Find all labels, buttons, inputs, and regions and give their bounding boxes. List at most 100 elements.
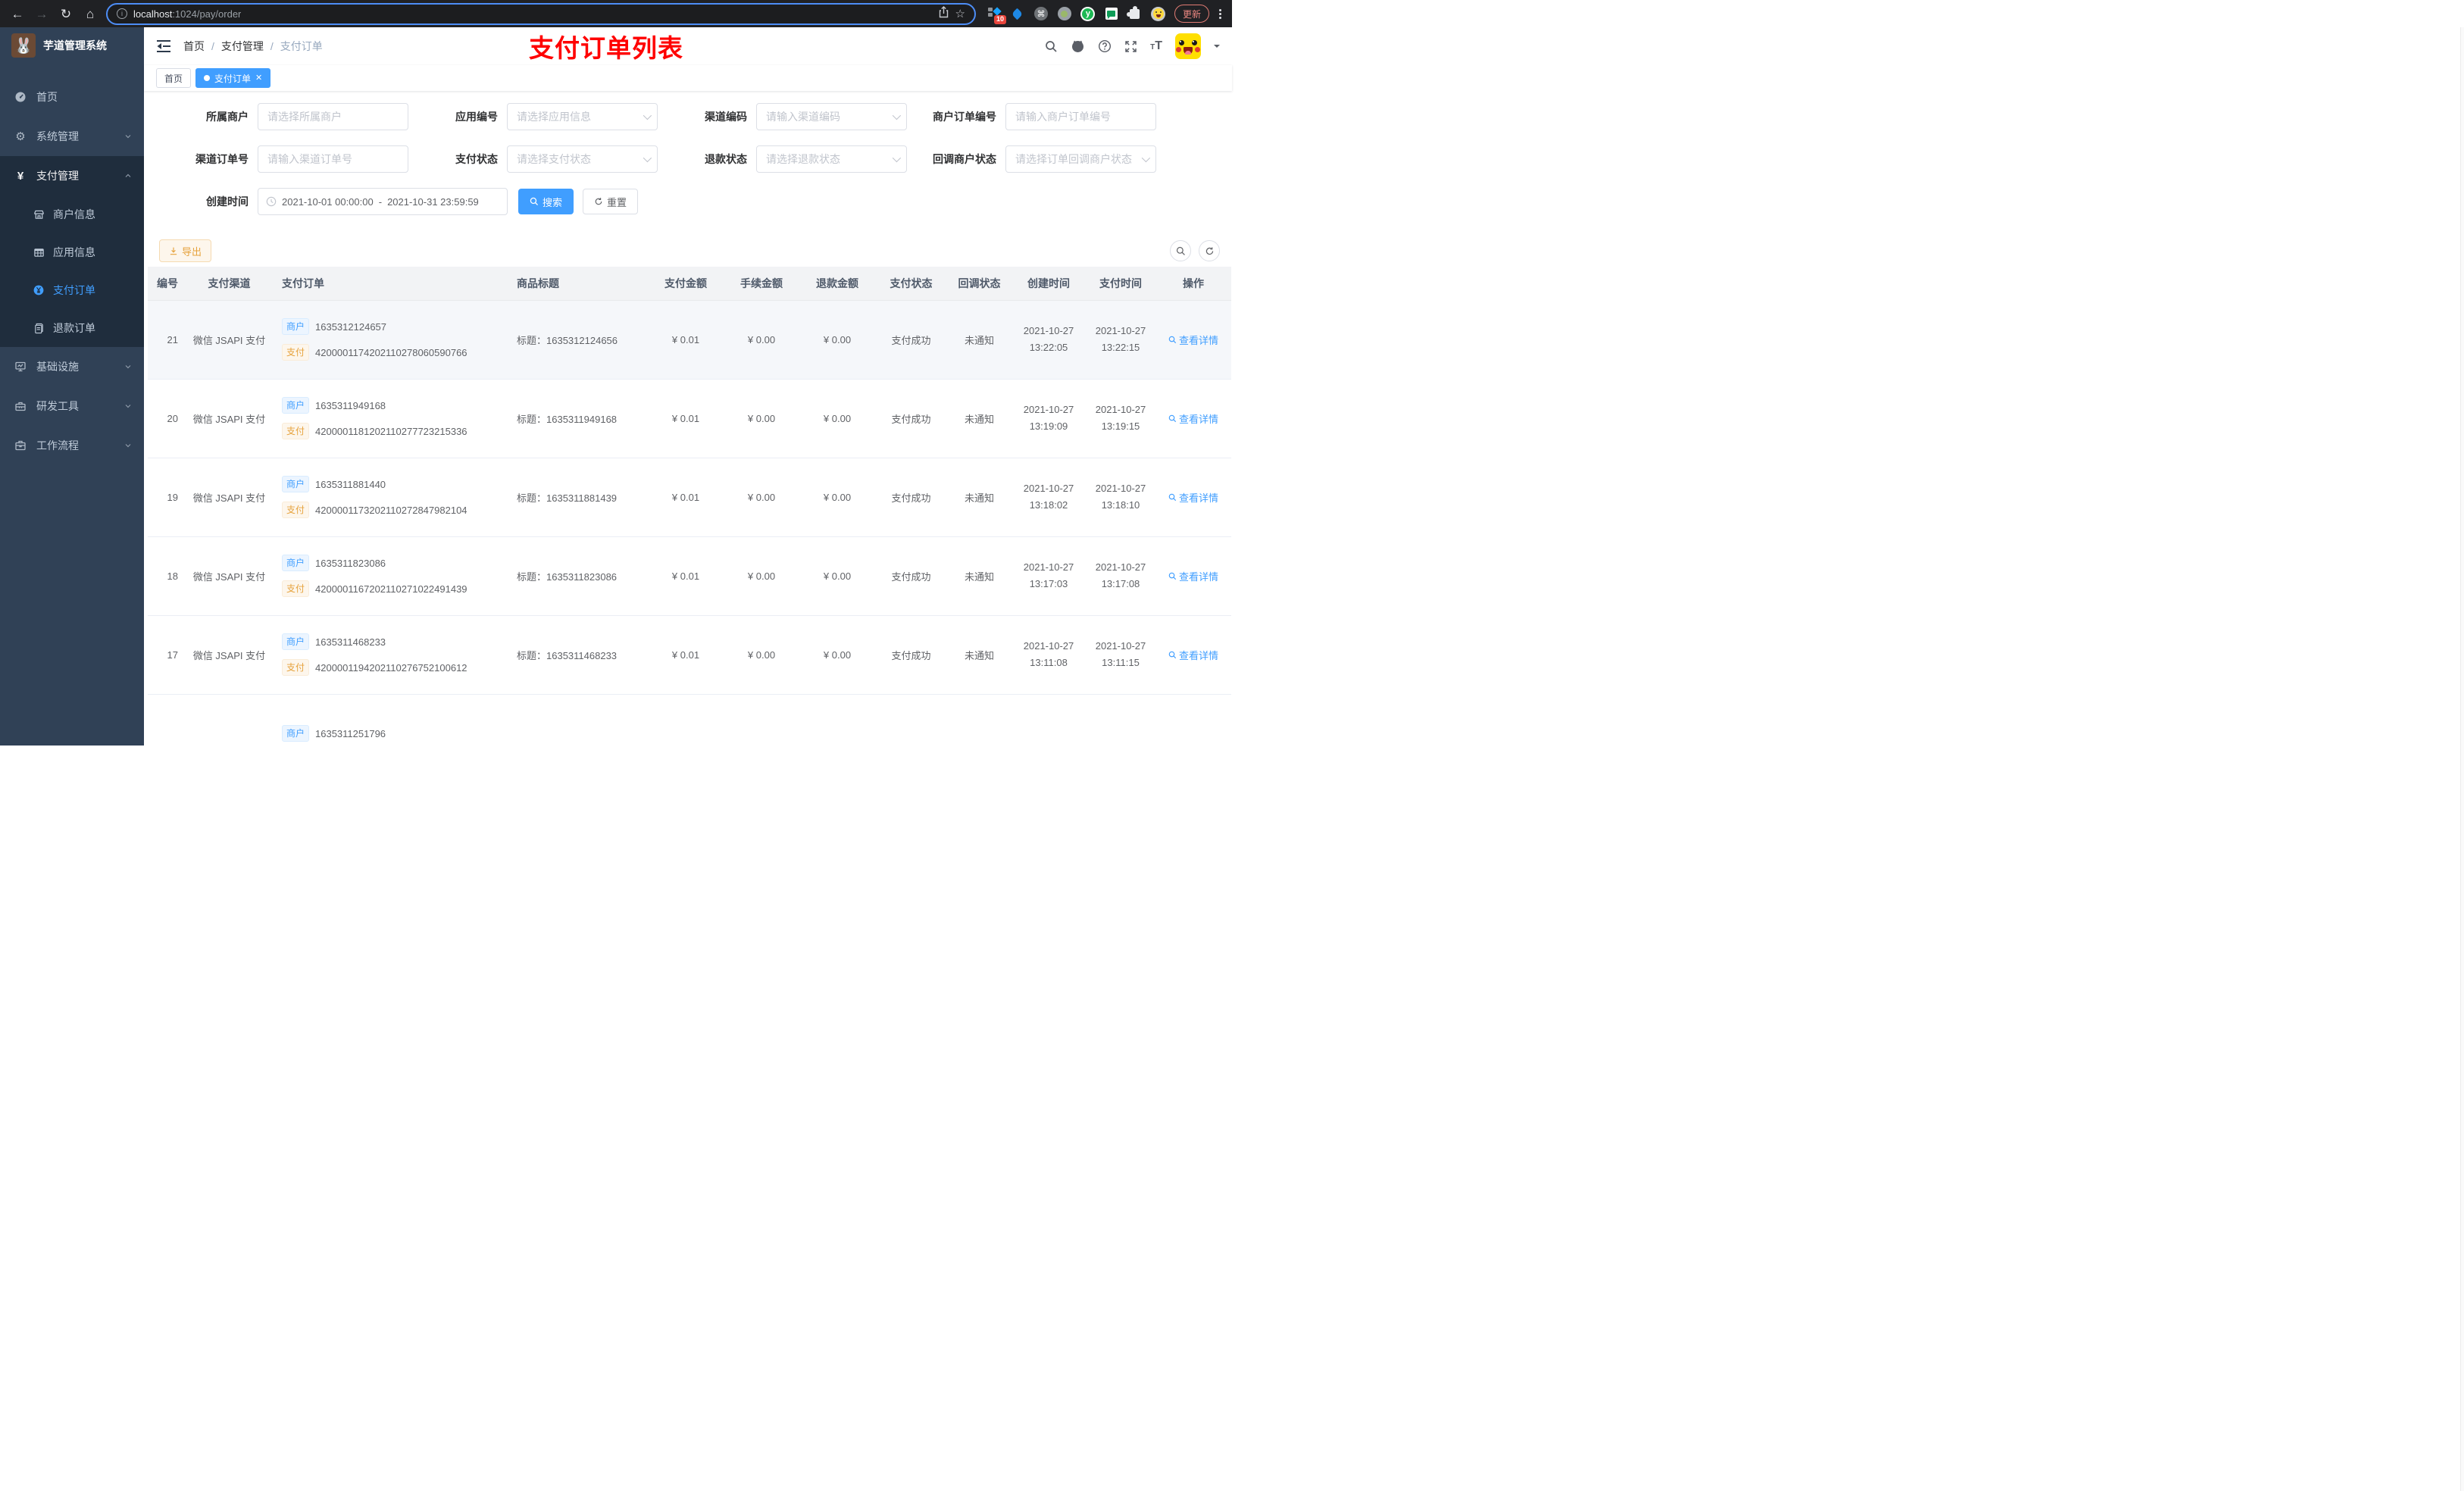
refund-status-select[interactable] (756, 145, 907, 173)
extensions-row: 10 ⌘ y 更新 (983, 5, 1223, 24)
back-icon[interactable]: ← (9, 8, 26, 20)
bookmark-star-icon[interactable]: ☆ (955, 7, 965, 20)
app-title: 芋道管理系统 (43, 39, 107, 52)
breadcrumb-pay-order: 支付订单 (280, 40, 323, 52)
yen-circle-icon (32, 284, 45, 296)
refresh-button[interactable] (1199, 240, 1220, 261)
view-detail-link[interactable]: 查看详情 (1168, 648, 1218, 662)
pay-tag: 支付 (282, 580, 310, 597)
command-extension-icon[interactable]: ⌘ (1033, 6, 1049, 21)
avatar-caret-icon[interactable] (1214, 45, 1220, 51)
channel-order-no-input[interactable] (258, 145, 408, 173)
collapse-sidebar-icon[interactable] (156, 39, 171, 53)
pay-tag: 支付 (282, 423, 310, 439)
fullscreen-icon[interactable] (1124, 40, 1137, 53)
table-row: 19 微信 JSAPI 支付 商户 1635311881440 支付 4200001… (148, 458, 1231, 537)
emoji-extension-icon[interactable] (1151, 6, 1166, 21)
create-time-range-input[interactable]: 2021-10-01 00:00:00 - 2021-10-31 23:59:5… (258, 188, 508, 215)
help-icon[interactable] (1098, 39, 1112, 53)
fontsize-icon[interactable]: TT (1150, 40, 1162, 52)
puzzle-extensions-icon[interactable] (1127, 5, 1143, 21)
browser-update-button[interactable]: 更新 (1174, 5, 1209, 23)
github-icon[interactable] (1071, 39, 1085, 53)
topbar: 首页 / 支付管理 / 支付订单 支付订单列表 TT (144, 27, 1232, 65)
view-detail-link[interactable]: 查看详情 (1168, 569, 1218, 583)
grid-icon (32, 247, 45, 258)
breadcrumb-home[interactable]: 首页 (183, 39, 205, 54)
search-button[interactable]: 搜索 (518, 189, 574, 214)
y-extension-icon[interactable]: y (1080, 6, 1096, 21)
chevron-down-icon (124, 132, 133, 141)
sidebar-item-payment[interactable]: ¥ 支付管理 (0, 156, 144, 195)
browser-menu-icon[interactable] (1218, 8, 1223, 19)
kite-extension-icon[interactable] (1010, 6, 1025, 21)
merchant-tag: 商户 (282, 476, 310, 492)
sidebar-item-workflow[interactable]: 工作流程 (0, 426, 144, 465)
reset-button[interactable]: 重置 (583, 189, 639, 214)
filter-notify-status: 回调商户状态 (907, 145, 1156, 173)
tab-pay-order[interactable]: 支付订单 ✕ (195, 68, 271, 88)
site-info-icon[interactable]: i (117, 8, 127, 19)
sidebar-item-system[interactable]: ⚙ 系统管理 (0, 117, 144, 156)
merchant-order-no-input[interactable] (1005, 103, 1156, 130)
close-icon[interactable]: ✕ (255, 73, 262, 83)
chat-extension-icon[interactable] (1104, 6, 1119, 21)
merchant-tag: 商户 (282, 633, 310, 650)
share-icon[interactable] (938, 5, 949, 22)
view-detail-link[interactable]: 查看详情 (1168, 333, 1218, 347)
briefcase-icon (14, 439, 27, 452)
export-button[interactable]: 导出 (159, 239, 212, 262)
sidebar-item-home[interactable]: 首页 (0, 77, 144, 117)
date-separator: - (378, 195, 383, 208)
pay-order-table: 编号 支付渠道 支付订单 商品标题 支付金额 手续金额 退款金额 支付状态 回调… (148, 267, 1232, 746)
utools-extension-icon[interactable]: 10 (987, 6, 1006, 24)
channel-code-select[interactable] (756, 103, 907, 130)
view-detail-link[interactable]: 查看详情 (1168, 490, 1218, 505)
toggle-search-button[interactable] (1170, 240, 1191, 261)
breadcrumb-payment[interactable]: 支付管理 (221, 39, 264, 54)
yen-icon: ¥ (17, 169, 24, 183)
merchant-input[interactable] (258, 103, 408, 130)
view-detail-link[interactable]: 查看详情 (1168, 411, 1218, 426)
tab-home[interactable]: 首页 (156, 68, 192, 88)
active-dot (204, 75, 211, 81)
filter-merchant-order-no: 商户订单编号 (907, 103, 1156, 130)
page-title-annotation: 支付订单列表 (529, 34, 683, 62)
address-bar[interactable]: i localhost:1024/pay/order ☆ (106, 2, 976, 25)
shop-icon (32, 209, 45, 220)
sidebar-item-merchant-info[interactable]: 商户信息 (0, 195, 144, 233)
merchant-tag: 商户 (282, 397, 310, 414)
gear-icon: ⚙ (15, 130, 26, 143)
dot-extension-icon[interactable] (1057, 6, 1072, 21)
filter-channel-order-no: 渠道订单号 (159, 145, 408, 173)
pay-tag: 支付 (282, 659, 310, 676)
reload-icon[interactable]: ↻ (58, 8, 74, 20)
avatar[interactable] (1175, 33, 1201, 59)
filter-app-id: 应用编号 (408, 103, 658, 130)
search-icon[interactable] (1045, 40, 1058, 53)
scrollbar[interactable] (2460, 27, 2464, 1491)
sidebar-group-payment: ¥ 支付管理 商户信息 应用信息 支付订单 退款订单 (0, 156, 144, 347)
extension-badge: 10 (993, 15, 1006, 24)
sidebar-item-pay-order[interactable]: 支付订单 (0, 271, 144, 309)
table-row: 17 微信 JSAPI 支付 商户 1635311468233 支付 4200001… (148, 615, 1231, 695)
app-id-select[interactable] (507, 103, 658, 130)
forward-icon[interactable]: → (33, 8, 50, 20)
sidebar-item-app-info[interactable]: 应用信息 (0, 233, 144, 271)
home-icon[interactable]: ⌂ (82, 8, 98, 20)
merchant-tag: 商户 (282, 318, 310, 335)
document-icon (32, 323, 45, 334)
pay-tag: 支付 (282, 502, 310, 518)
filter-pay-status: 支付状态 (408, 145, 658, 173)
breadcrumb: 首页 / 支付管理 / 支付订单 (183, 39, 323, 54)
monitor-icon (14, 361, 27, 373)
sidebar: 🐰 芋道管理系统 首页 ⚙ 系统管理 ¥ 支付管理 商户信息 应用信息 支付订单… (0, 27, 144, 746)
chevron-down-icon (124, 362, 133, 371)
pay-status-select[interactable] (507, 145, 658, 173)
sidebar-item-infra[interactable]: 基础设施 (0, 347, 144, 386)
table-row-partial: 商户 1635311251796 (148, 694, 1231, 746)
sidebar-item-refund-order[interactable]: 退款订单 (0, 309, 144, 347)
notify-status-select[interactable] (1005, 145, 1156, 173)
url-text: localhost:1024/pay/order (133, 8, 242, 20)
sidebar-item-devtools[interactable]: 研发工具 (0, 386, 144, 426)
